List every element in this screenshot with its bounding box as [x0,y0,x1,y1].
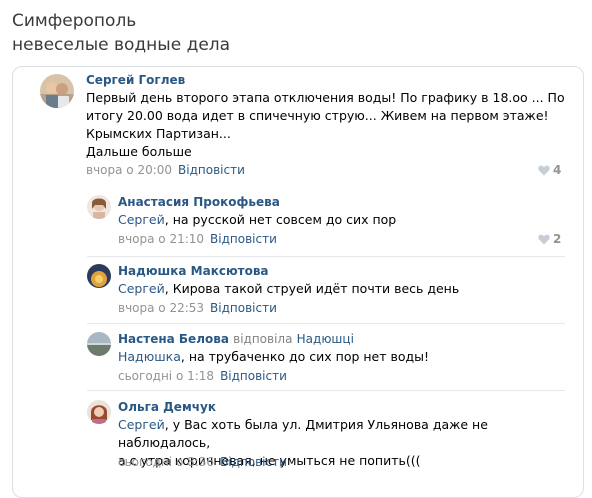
comment-text-body: , на трубаченко до сих пор нет воды! [180,349,430,364]
mention-link[interactable]: Сергей [118,212,165,227]
heading-line-1: Симферополь [12,11,137,31]
comment-author[interactable]: Ольга Демчук [118,400,216,414]
avatar[interactable] [40,74,74,108]
reply-button[interactable]: Відповісти [210,301,277,315]
comment-text-line: Крымских Партизан... [86,126,231,141]
mention-link[interactable]: Сергей [118,281,165,296]
comment-text: Надюшка, на трубаченко до сих пор нет во… [118,348,429,366]
comment-time[interactable]: сьогодні о 8:36 [118,455,214,469]
avatar[interactable] [87,332,111,356]
comment-meta: сьогодні о 8:36 Відповісти [118,455,287,469]
comment-meta: вчора о 20:00 Відповісти [86,163,245,177]
like-button[interactable]: 2 [538,232,561,248]
replied-label: відповіла [233,332,293,346]
comment-text-body: , у Вас хоть была ул. Дмитрия Ульянова д… [118,417,488,450]
comment-author[interactable]: Анастасия Прокофьева [118,195,280,209]
comment-time[interactable]: вчора о 22:53 [118,301,204,315]
comment-divider [87,323,565,324]
avatar[interactable] [87,195,111,219]
avatar[interactable] [87,264,111,288]
comment-author[interactable]: Надюшка Максютова [118,264,269,278]
comment-meta: вчора о 21:10 Відповісти [118,232,277,246]
post-heading: Симферополь невеселые водные дела [12,9,230,57]
comment-time[interactable]: вчора о 20:00 [86,163,172,177]
like-count: 4 [553,163,562,177]
comment-text-line: Сергей, у Вас хоть была ул. Дмитрия Улья… [118,416,578,452]
comment-text-line: Первый день второго этапа отключения вод… [86,90,565,105]
reply-button[interactable]: Відповісти [178,163,245,177]
comment-author[interactable]: Сергей Гоглев [86,73,185,87]
comment-text: Сергей, на русской нет совсем до сих пор [118,211,396,229]
heart-icon [538,165,550,179]
replied-to-link[interactable]: Надюшці [297,332,354,346]
comment-text: Первый день второго этапа отключения вод… [86,89,566,161]
reply-button[interactable]: Відповісти [220,369,287,383]
heading-line-2: невеселые водные дела [12,35,231,55]
comment-meta: сьогодні о 1:18 Відповісти [118,369,287,383]
comment-text: Сергей, Кирова такой струей идёт почти в… [118,280,459,298]
like-button[interactable]: 4 [538,163,561,179]
author-name[interactable]: Настена Белова [118,332,229,346]
comment-author: Настена Белова відповіла Надюшці [118,332,354,346]
reply-button[interactable]: Відповісти [220,455,287,469]
comment-meta: вчора о 22:53 Відповісти [118,301,277,315]
reply-button[interactable]: Відповісти [210,232,277,246]
avatar[interactable] [87,400,111,424]
comment-divider [87,390,565,391]
like-count: 2 [553,232,562,246]
mention-link[interactable]: Сергей [118,417,165,432]
comment-text-body: , Кирова такой струей идёт почти весь де… [164,281,460,296]
comment-time[interactable]: сьогодні о 1:18 [118,369,214,383]
comment-text-line: Дальше больше [86,144,192,159]
comment-text-body: , на русской нет совсем до сих пор [164,212,397,227]
comment-divider [87,256,565,257]
comments-card: Сергей Гоглев Первый день второго этапа … [12,66,584,498]
mention-link[interactable]: Надюшка [118,349,181,364]
comment-text-line: итогу 20.00 вода идет в спичечную струю.… [86,108,549,123]
comment-time[interactable]: вчора о 21:10 [118,232,204,246]
heart-icon [538,234,550,248]
